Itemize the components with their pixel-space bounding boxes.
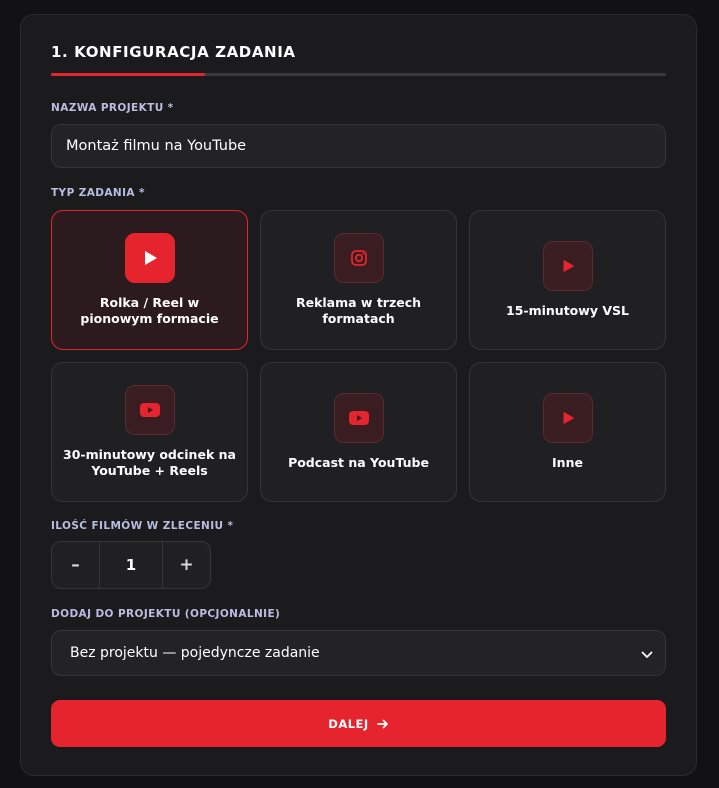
play-icon [542,241,593,291]
play-icon [124,233,175,283]
task-config-card: 1. KONFIGURACJA ZADANIA NAZWA PROJEKTU *… [20,14,697,776]
play-icon [542,393,593,443]
task-type-option-label: Rolka / Reel w pionowym formacie [80,295,219,326]
project-select-value: Bez projektu — pojedyncze zadanie [70,645,320,661]
quantity-stepper: – 1 + [51,541,211,589]
project-name-label: NAZWA PROJEKTU * [51,102,174,114]
task-type-option-label: Podcast na YouTube [288,455,429,470]
task-type-option-ad[interactable]: Reklama w trzech formatach [260,210,457,350]
youtube-icon [124,385,175,435]
project-select-label: DODAJ DO PROJEKTU (OPCJONALNIE) [51,608,281,620]
task-type-option-label: 30-minutowy odcinek na YouTube + Reels [63,447,236,478]
quantity-value[interactable]: 1 [99,542,163,588]
arrow-right-icon [376,714,389,733]
next-button[interactable]: DALEJ [51,700,666,747]
task-type-option-podcast[interactable]: Podcast na YouTube [260,362,457,502]
project-select[interactable]: Bez projektu — pojedyncze zadanie [51,630,666,676]
task-type-option-label: 15-minutowy VSL [506,303,629,318]
increment-button[interactable]: + [163,542,210,588]
task-type-option-label: Reklama w trzech formatach [295,295,422,326]
quantity-label: ILOŚĆ FILMÓW W ZLECENIU * [51,520,234,532]
step-progress-fill [51,73,205,76]
task-type-option-vsl[interactable]: 15-minutowy VSL [469,210,666,350]
task-type-option-youtube-episode[interactable]: 30-minutowy odcinek na YouTube + Reels [51,362,248,502]
decrement-button[interactable]: – [52,542,99,588]
task-type-option-label: Inne [552,455,583,470]
step-progress-bar [51,73,666,76]
youtube-icon [333,393,384,443]
step-title: 1. KONFIGURACJA ZADANIA [51,43,296,61]
chevron-down-icon [641,644,653,663]
task-type-option-reel[interactable]: Rolka / Reel w pionowym formacie [51,210,248,350]
project-name-input[interactable] [51,124,666,168]
instagram-icon [333,233,384,283]
task-type-label: TYP ZADANIA * [51,187,145,199]
next-button-label: DALEJ [328,716,369,731]
task-type-option-other[interactable]: Inne [469,362,666,502]
